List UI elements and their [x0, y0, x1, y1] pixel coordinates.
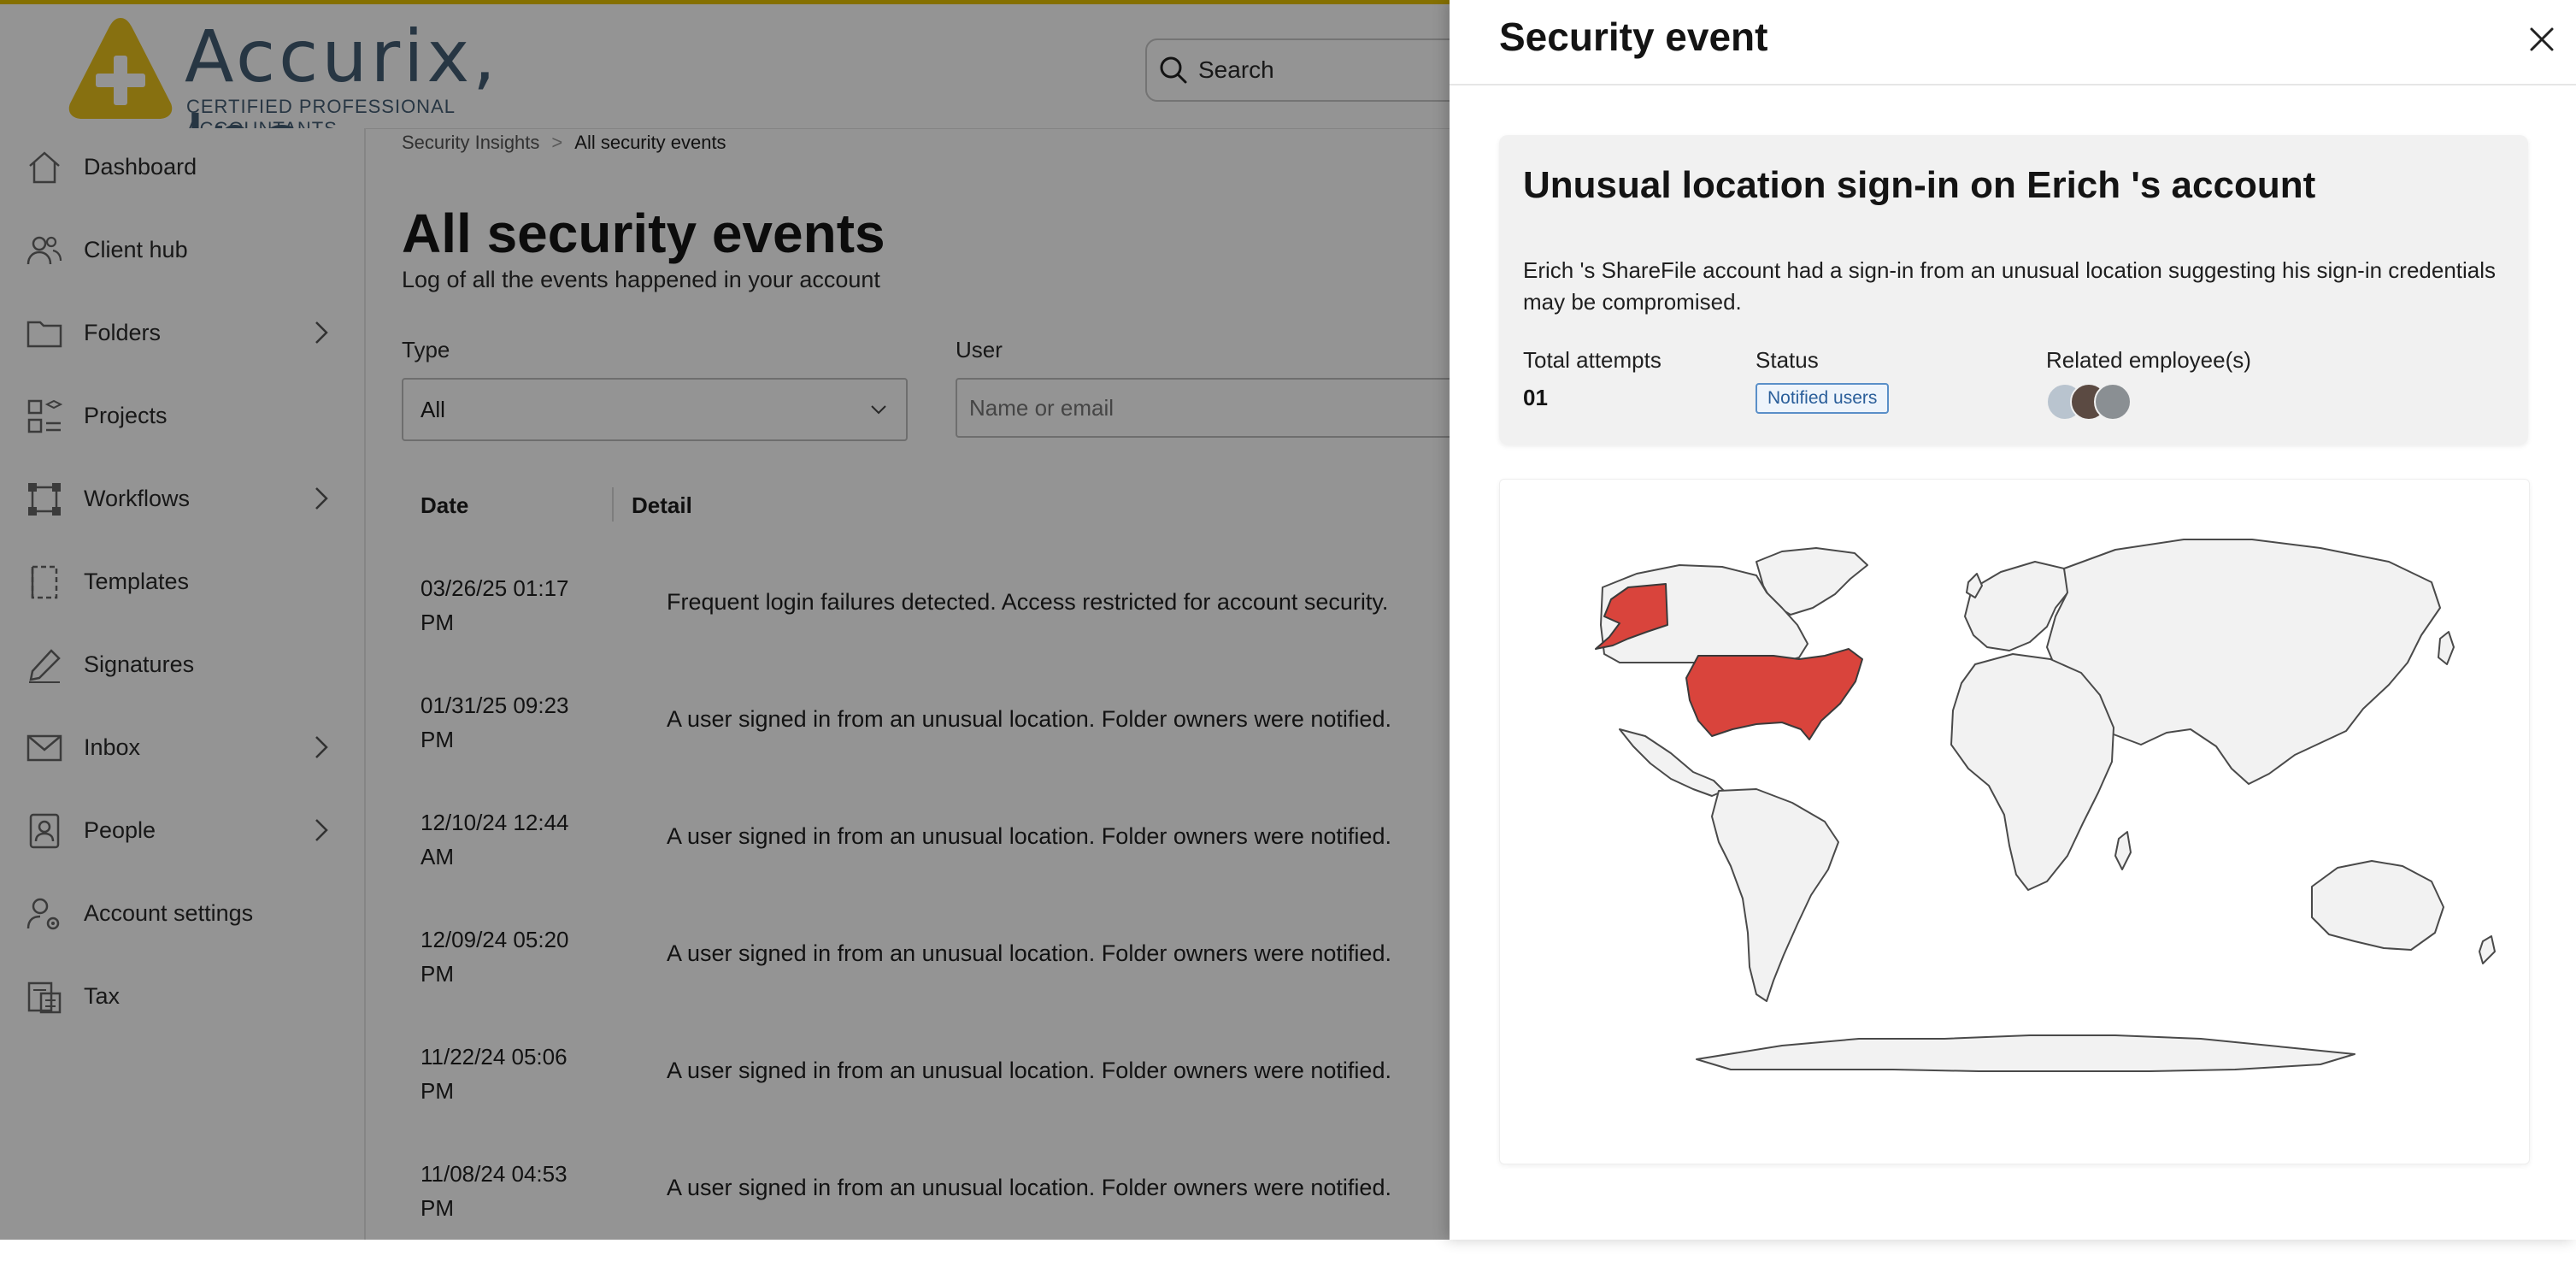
australia-shape	[2311, 860, 2444, 951]
attempts-value: 01	[1523, 385, 1548, 410]
employees-label: Related employee(s)	[2046, 347, 2251, 373]
event-summary-card: Unusual location sign-in on Erich 's acc…	[1499, 135, 2528, 445]
africa-shape	[1950, 653, 2114, 891]
event-description: Erich 's ShareFile account had a sign-in…	[1523, 257, 2497, 315]
status-label: Status	[1756, 347, 1819, 373]
new-zealand-shape	[2479, 935, 2496, 964]
event-title: Unusual location sign-in on Erich 's acc…	[1523, 164, 2316, 206]
madagascar-shape	[2114, 831, 2132, 870]
status-badge: Notified users	[1756, 383, 1890, 414]
security-event-panel: Security event Unusual location sign-in …	[1450, 0, 2576, 1240]
panel-title: Security event	[1499, 15, 1768, 59]
usa-shape	[1685, 648, 1863, 740]
attempts-label: Total attempts	[1523, 347, 1661, 373]
employee-avatars	[2046, 383, 2140, 421]
world-map	[1595, 539, 2496, 1072]
south-america-shape	[1711, 788, 1839, 1002]
panel-header: Security event	[1450, 0, 2576, 85]
modal-backdrop[interactable]	[0, 0, 1450, 1240]
avatar[interactable]	[2094, 383, 2132, 421]
antarctica-shape	[1696, 1034, 2355, 1072]
location-map	[1499, 479, 2530, 1164]
central-america-shape	[1619, 728, 1725, 797]
close-icon[interactable]	[2526, 24, 2557, 55]
japan-shape	[2438, 631, 2455, 665]
